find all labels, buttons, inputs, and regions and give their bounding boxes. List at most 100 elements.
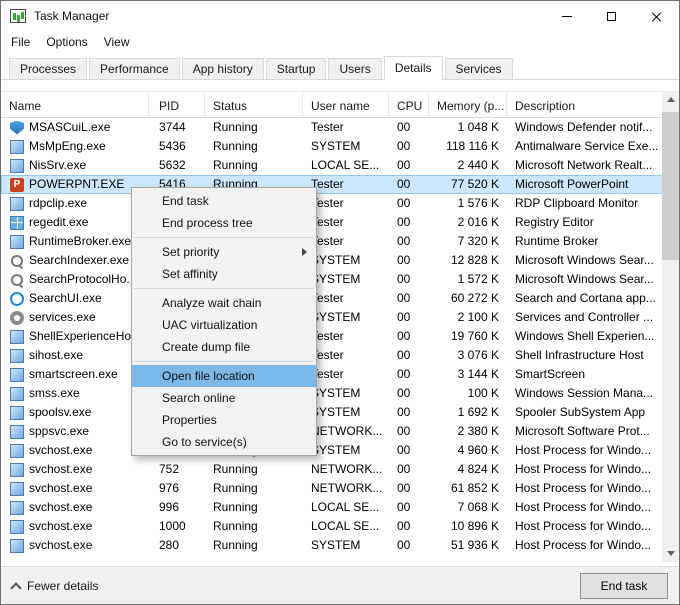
context-menu-item-set-affinity[interactable]: Set affinity: [132, 263, 316, 285]
app-icon: [10, 159, 24, 173]
column-header-description[interactable]: Description: [507, 92, 664, 117]
table-row[interactable]: sppsvc.exeNETWORK...002 380 KMicrosoft S…: [1, 422, 664, 441]
context-menu-item-analyze-wait-chain[interactable]: Analyze wait chain: [132, 292, 316, 314]
process-name: regedit.exe: [29, 213, 88, 232]
menu-file[interactable]: File: [3, 32, 38, 53]
process-name: SearchProtocolHo...: [29, 270, 136, 289]
cell-user: NETWORK...: [303, 460, 389, 479]
minimize-button[interactable]: [544, 1, 589, 31]
process-name: MsMpEng.exe: [29, 137, 106, 156]
table-row[interactable]: SearchIndexer.exeSYSTEM0012 828 KMicroso…: [1, 251, 664, 270]
table-row[interactable]: smss.exeSYSTEM00100 KWindows Session Man…: [1, 384, 664, 403]
context-menu-item-properties[interactable]: Properties: [132, 409, 316, 431]
table-row[interactable]: svchost.exe976RunningNETWORK...0061 852 …: [1, 479, 664, 498]
context-menu-item-open-file-location[interactable]: Open file location: [132, 365, 316, 387]
cell-cpu: 00: [389, 365, 429, 384]
fewer-details-button[interactable]: Fewer details: [12, 579, 98, 593]
tab-startup[interactable]: Startup: [266, 58, 327, 79]
context-menu: End taskEnd process tree Set prioritySet …: [131, 187, 317, 456]
window-controls: [544, 1, 679, 31]
cell-desc: Search and Cortana app...: [507, 289, 664, 308]
search-icon: [10, 254, 24, 268]
table-row[interactable]: SearchUI.exeTester0060 272 KSearch and C…: [1, 289, 664, 308]
table-row[interactable]: smartscreen.exeTester003 144 KSmartScree…: [1, 365, 664, 384]
cell-name: RuntimeBroker.exe: [1, 232, 149, 251]
table-row[interactable]: regedit.exeTester002 016 KRegistry Edito…: [1, 213, 664, 232]
cell-cpu: 00: [389, 308, 429, 327]
app-icon: [10, 197, 24, 211]
table-row[interactable]: svchost.exe752RunningNETWORK...004 824 K…: [1, 460, 664, 479]
table-row[interactable]: NisSrv.exe5632RunningLOCAL SE...002 440 …: [1, 156, 664, 175]
menu-item-label: Analyze wait chain: [162, 296, 261, 310]
table-row[interactable]: services.exeSYSTEM002 100 KServices and …: [1, 308, 664, 327]
table-row[interactable]: sihost.exeTester003 076 KShell Infrastru…: [1, 346, 664, 365]
tab-users[interactable]: Users: [328, 58, 381, 79]
shield-icon: [10, 121, 24, 135]
table-row[interactable]: RuntimeBroker.exeTester007 320 KRuntime …: [1, 232, 664, 251]
table-row[interactable]: MsMpEng.exe5436RunningSYSTEM00118 116 KA…: [1, 137, 664, 156]
vertical-scrollbar[interactable]: [662, 91, 679, 562]
tab-processes[interactable]: Processes: [9, 58, 87, 79]
scroll-down-arrow[interactable]: [662, 545, 679, 562]
cell-status: Running: [205, 460, 303, 479]
cell-mem: 12 828 K: [429, 251, 507, 270]
context-menu-item-set-priority[interactable]: Set priority: [132, 241, 316, 263]
tab-app-history[interactable]: App history: [182, 58, 264, 79]
cell-mem: 19 760 K: [429, 327, 507, 346]
process-name: ShellExperienceHo...: [29, 327, 141, 346]
cell-cpu: 00: [389, 251, 429, 270]
table-row[interactable]: rdpclip.exeTester001 576 KRDP Clipboard …: [1, 194, 664, 213]
menu-item-label: Open file location: [162, 369, 255, 383]
context-menu-item-end-process-tree[interactable]: End process tree: [132, 212, 316, 234]
end-task-button[interactable]: End task: [580, 573, 668, 599]
column-header-name[interactable]: Name: [1, 92, 149, 117]
column-header-cpu[interactable]: CPU: [389, 92, 429, 117]
context-menu-item-create-dump-file[interactable]: Create dump file: [132, 336, 316, 358]
context-menu-item-end-task[interactable]: End task: [132, 190, 316, 212]
context-menu-item-uac-virtualization[interactable]: UAC virtualization: [132, 314, 316, 336]
cell-cpu: 00: [389, 403, 429, 422]
app-icon: [10, 482, 24, 496]
task-manager-app-icon[interactable]: [10, 9, 26, 23]
footer-bar: Fewer details End task: [1, 566, 679, 605]
process-name: NisSrv.exe: [29, 156, 86, 175]
scroll-up-arrow[interactable]: [662, 91, 679, 108]
context-menu-item-go-to-service-s[interactable]: Go to service(s): [132, 431, 316, 453]
table-row[interactable]: spoolsv.exeSYSTEM001 692 KSpooler SubSys…: [1, 403, 664, 422]
menu-separator: [134, 288, 314, 289]
column-header-memory-p[interactable]: Memory (p...: [429, 92, 507, 117]
column-header-status[interactable]: Status: [205, 92, 303, 117]
cell-pid: 976: [149, 479, 205, 498]
menu-options[interactable]: Options: [38, 32, 95, 53]
app-icon: [10, 425, 24, 439]
context-menu-item-search-online[interactable]: Search online: [132, 387, 316, 409]
column-header-pid[interactable]: PID: [149, 92, 205, 117]
tab-bar: ProcessesPerformanceApp historyStartupUs…: [1, 56, 679, 80]
column-header-user-name[interactable]: User name: [303, 92, 389, 117]
table-row[interactable]: MSASCuiL.exe3744RunningTester001 048 KWi…: [1, 118, 664, 137]
process-name: sppsvc.exe: [29, 422, 89, 441]
close-button[interactable]: [634, 1, 679, 31]
cell-desc: Services and Controller ...: [507, 308, 664, 327]
scroll-thumb[interactable]: [662, 112, 679, 260]
tab-services[interactable]: Services: [445, 58, 513, 79]
search-icon: [10, 273, 24, 287]
table-row[interactable]: svchost.exe1000RunningLOCAL SE...0010 89…: [1, 517, 664, 536]
cell-desc: Windows Session Mana...: [507, 384, 664, 403]
menu-item-label: UAC virtualization: [162, 318, 257, 332]
table-row[interactable]: SearchProtocolHo...SYSTEM001 572 KMicros…: [1, 270, 664, 289]
tab-details[interactable]: Details: [384, 56, 443, 80]
menu-view[interactable]: View: [96, 32, 138, 53]
tab-performance[interactable]: Performance: [89, 58, 180, 79]
cell-name: POWERPNT.EXE: [1, 175, 149, 194]
table-row[interactable]: svchost.exe280RunningSYSTEM0051 936 KHos…: [1, 536, 664, 555]
table-row[interactable]: svchost.exe996RunningLOCAL SE...007 068 …: [1, 498, 664, 517]
maximize-button[interactable]: [589, 1, 634, 31]
table-row[interactable]: ShellExperienceHo...Tester0019 760 KWind…: [1, 327, 664, 346]
table-row[interactable]: POWERPNT.EXE5416RunningTester0077 520 KM…: [1, 175, 664, 194]
cell-desc: Microsoft Network Realt...: [507, 156, 664, 175]
table-row[interactable]: svchost.exe552RunningSYSTEM004 960 KHost…: [1, 441, 664, 460]
cell-name: svchost.exe: [1, 479, 149, 498]
process-name: svchost.exe: [29, 498, 92, 517]
cell-cpu: 00: [389, 346, 429, 365]
